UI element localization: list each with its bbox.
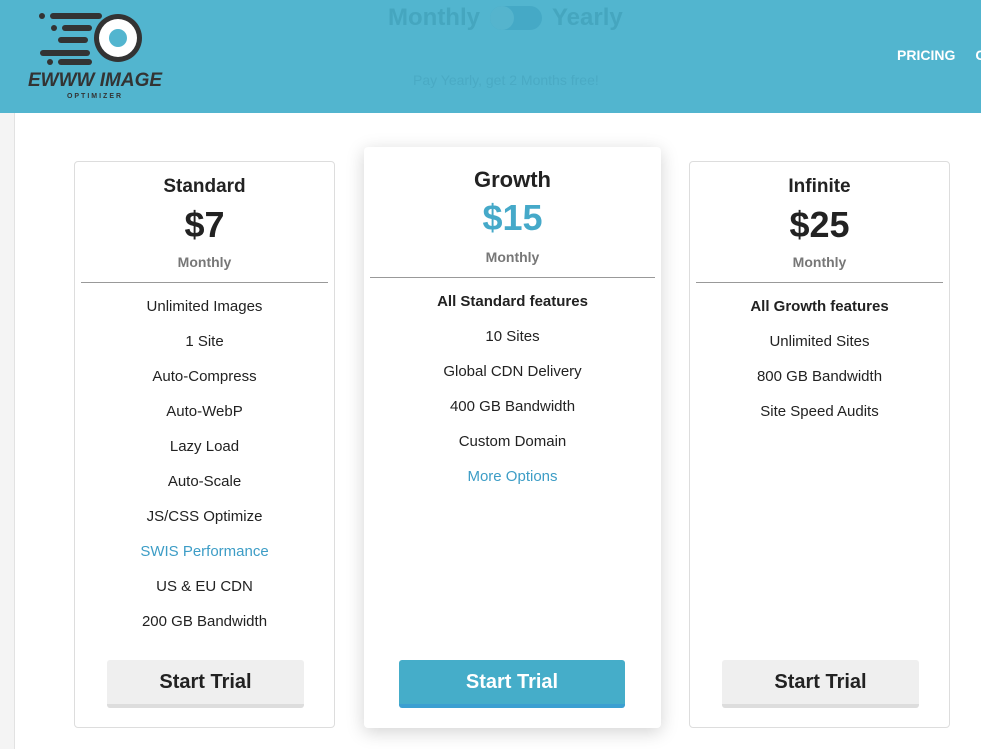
feature-item: Lazy Load bbox=[169, 438, 240, 455]
yearly-label[interactable]: Yearly bbox=[552, 4, 623, 32]
monthly-label[interactable]: Monthly bbox=[388, 4, 480, 32]
site-header: EWWW IMAGE OPTIMIZER Monthly Yearly Pay … bbox=[0, 0, 981, 113]
plan-card-growth: Growth $15 Monthly All Standard features… bbox=[364, 147, 661, 728]
feature-item: Auto-Compress bbox=[152, 368, 257, 385]
svg-text:EWWW IMAGE: EWWW IMAGE bbox=[28, 70, 163, 91]
plan-price: $15 bbox=[482, 197, 543, 238]
feature-item: Unlimited Images bbox=[146, 298, 263, 315]
feature-item: 10 Sites bbox=[485, 328, 540, 345]
divider bbox=[370, 277, 655, 278]
camera-aperture-logo-icon: EWWW IMAGE OPTIMIZER bbox=[28, 13, 163, 100]
plan-name: Infinite bbox=[788, 176, 851, 197]
feature-item: Global CDN Delivery bbox=[443, 363, 582, 380]
left-scroll-strip bbox=[0, 113, 15, 749]
start-trial-button-growth[interactable]: Start Trial bbox=[399, 660, 625, 708]
divider bbox=[696, 282, 943, 283]
yearly-promo-text: Pay Yearly, get 2 Months free! bbox=[413, 72, 599, 88]
billing-toggle-switch[interactable] bbox=[489, 6, 542, 30]
billing-toggle: Monthly Yearly bbox=[388, 4, 623, 32]
divider bbox=[81, 282, 328, 283]
plan-period: Monthly bbox=[485, 249, 540, 265]
feature-item: 800 GB Bandwidth bbox=[756, 368, 883, 385]
feature-item: 200 GB Bandwidth bbox=[141, 613, 268, 630]
main-nav: PRICING C bbox=[897, 47, 981, 63]
plan-card-standard: Standard $7 Monthly Unlimited Images 1 S… bbox=[74, 161, 335, 728]
feature-item: Site Speed Audits bbox=[760, 403, 879, 420]
plan-period: Monthly bbox=[177, 254, 232, 270]
nav-pricing[interactable]: PRICING bbox=[897, 47, 955, 63]
feature-item: Unlimited Sites bbox=[769, 333, 870, 350]
feature-item: Auto-WebP bbox=[166, 403, 243, 420]
plan-name: Growth bbox=[474, 167, 551, 192]
feature-item: Custom Domain bbox=[458, 433, 567, 450]
feature-item: Auto-Scale bbox=[167, 473, 242, 490]
feature-item: 1 Site bbox=[185, 333, 224, 350]
svg-text:OPTIMIZER: OPTIMIZER bbox=[67, 93, 123, 100]
more-options-link[interactable]: More Options bbox=[364, 459, 661, 494]
feature-item: All Standard features bbox=[437, 293, 588, 310]
feature-item: US & EU CDN bbox=[156, 578, 253, 595]
feature-item: JS/CSS Optimize bbox=[146, 508, 263, 525]
plan-card-infinite: Infinite $25 Monthly All Growth features… bbox=[689, 161, 950, 728]
swis-performance-link[interactable]: SWIS Performance bbox=[75, 534, 334, 569]
plan-period: Monthly bbox=[792, 254, 847, 270]
feature-item: 400 GB Bandwidth bbox=[449, 398, 576, 415]
ewww-logo[interactable]: EWWW IMAGE OPTIMIZER bbox=[20, 10, 170, 100]
plan-name: Standard bbox=[163, 176, 246, 197]
start-trial-button-infinite[interactable]: Start Trial bbox=[722, 660, 919, 708]
feature-item: All Growth features bbox=[750, 298, 889, 315]
plan-price: $25 bbox=[789, 204, 850, 245]
start-trial-button-standard[interactable]: Start Trial bbox=[107, 660, 304, 708]
toggle-knob bbox=[489, 6, 514, 30]
plan-price: $7 bbox=[184, 204, 225, 245]
nav-item-cut[interactable]: C bbox=[975, 47, 981, 63]
